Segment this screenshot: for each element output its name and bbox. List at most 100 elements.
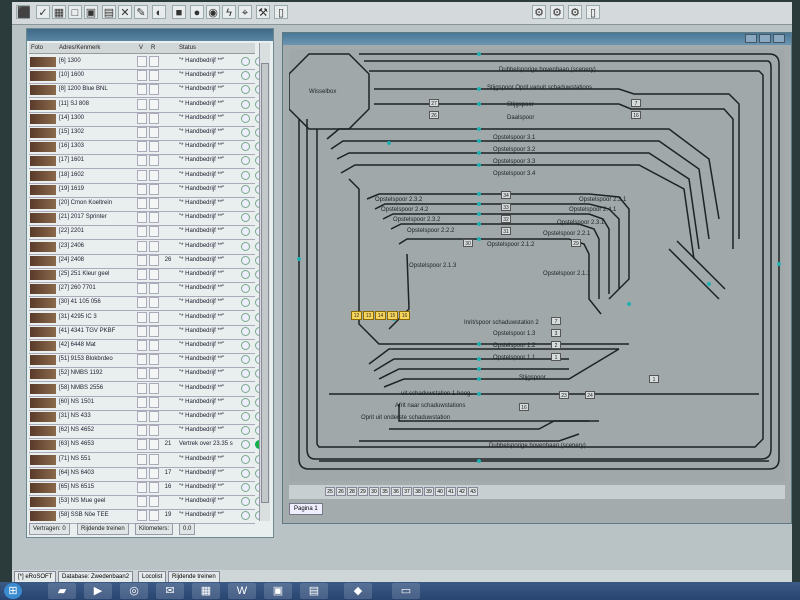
- loco-box-v[interactable]: [137, 325, 147, 337]
- loco-box-v[interactable]: [137, 127, 147, 138]
- loco-icon-3[interactable]: ⚙: [568, 5, 582, 19]
- block-number[interactable]: 24: [585, 391, 595, 399]
- loco-box-v[interactable]: [137, 311, 147, 323]
- scroll-thumb[interactable]: [261, 63, 269, 503]
- loco-indicator-1[interactable]: [241, 142, 250, 152]
- save-icon[interactable]: ▣: [84, 5, 98, 19]
- loco-box-r[interactable]: [149, 325, 159, 337]
- loco-indicator-1[interactable]: [241, 113, 250, 123]
- loco-box-r[interactable]: [149, 98, 159, 110]
- loco-box-v[interactable]: [137, 98, 147, 110]
- loco-indicator-1[interactable]: [241, 454, 250, 464]
- loco-box-v[interactable]: [137, 510, 147, 522]
- traffic-light-icon[interactable]: ⬛: [16, 5, 31, 19]
- loco-box-r[interactable]: [149, 453, 159, 465]
- loco-indicator-1[interactable]: [241, 511, 250, 521]
- loco-box-r[interactable]: [149, 56, 159, 67]
- loco-box-r[interactable]: [149, 396, 159, 408]
- col-photo[interactable]: Foto: [31, 43, 43, 53]
- loco-box-r[interactable]: [149, 240, 159, 252]
- record-icon[interactable]: ●: [190, 5, 204, 19]
- loco-icon[interactable]: ⚙: [532, 5, 546, 19]
- page-number-button[interactable]: 28: [347, 487, 357, 496]
- loco-indicator-1[interactable]: [241, 298, 250, 308]
- block-number[interactable]: 2: [551, 341, 561, 349]
- block-number[interactable]: 27: [429, 99, 439, 107]
- loco-row[interactable]: [11] SJ 808 "* Handbedrijf **": [29, 98, 264, 113]
- loco-box-v[interactable]: [137, 496, 147, 508]
- tab-locolist[interactable]: Locolist: [138, 571, 167, 582]
- mail-icon[interactable]: ✉: [156, 583, 184, 599]
- loco-list-scrollbar[interactable]: [259, 43, 270, 521]
- loco-box-r[interactable]: [149, 340, 159, 351]
- media-icon[interactable]: ▶: [84, 583, 112, 599]
- tab-erosoft[interactable]: [*] eRoSOFT: [14, 571, 57, 582]
- loco-box-v[interactable]: [137, 467, 147, 479]
- page-number-button[interactable]: 35: [380, 487, 390, 496]
- loco-box-r[interactable]: [149, 311, 159, 323]
- loco-row[interactable]: [10] 1600 "* Handbedrijf **": [29, 69, 264, 85]
- block-number[interactable]: 26: [429, 111, 439, 119]
- loco-box-r[interactable]: [149, 411, 159, 422]
- loco-indicator-1[interactable]: [241, 426, 250, 436]
- loco-row[interactable]: [6] 1300 "* Handbedrijf **": [29, 55, 264, 70]
- loco-box-r[interactable]: [149, 368, 159, 380]
- lightning-icon[interactable]: ϟ: [222, 5, 236, 19]
- loco-box-r[interactable]: [149, 212, 159, 224]
- block-number[interactable]: 33: [501, 203, 511, 211]
- tab-running-trains[interactable]: Rijdende treinen: [168, 571, 220, 582]
- loco-indicator-1[interactable]: [241, 128, 250, 137]
- stop-icon[interactable]: ■: [172, 5, 186, 19]
- loco-row[interactable]: [30] 41 105 056 "* Handbedrijf **": [29, 296, 264, 312]
- loco-box-v[interactable]: [137, 198, 147, 209]
- loco-row[interactable]: [22] 2201 "* Handbedrijf **": [29, 225, 264, 241]
- loco-indicator-1[interactable]: [241, 497, 250, 507]
- block-number[interactable]: 29: [571, 239, 581, 247]
- loco-indicator-1[interactable]: [241, 355, 250, 365]
- loco-row[interactable]: [60] NS 1501 "* Handbedrijf **": [29, 396, 264, 411]
- loco-row[interactable]: [71] NS 551 "* Handbedrijf **": [29, 453, 264, 468]
- loco-box-v[interactable]: [137, 240, 147, 252]
- block-number[interactable]: 32: [501, 215, 511, 223]
- start-icon[interactable]: ⊞: [4, 583, 22, 599]
- loco-row[interactable]: [31] NS 433 "* Handbedrijf **": [29, 410, 264, 425]
- occupied-block[interactable]: 16: [399, 311, 410, 320]
- new-icon[interactable]: □: [68, 5, 82, 19]
- loco-row[interactable]: [64] NS 6403 17 "* Handbedrijf **": [29, 467, 264, 482]
- loco-box-r[interactable]: [149, 155, 159, 167]
- loco-row[interactable]: [65] NS 6515 16 "* Handbedrijf **": [29, 481, 264, 496]
- loco-box-v[interactable]: [137, 155, 147, 167]
- loco-indicator-1[interactable]: [241, 326, 250, 336]
- loco-indicator-1[interactable]: [241, 284, 250, 294]
- loco-box-r[interactable]: [149, 439, 159, 451]
- loco-indicator-1[interactable]: [241, 397, 250, 407]
- col-status[interactable]: Status: [179, 43, 196, 53]
- occupied-block[interactable]: 15: [387, 311, 398, 320]
- loco-box-v[interactable]: [137, 226, 147, 238]
- loco-box-v[interactable]: [137, 368, 147, 380]
- loco-box-v[interactable]: [137, 382, 147, 394]
- block-number[interactable]: 7: [551, 317, 561, 325]
- close-icon[interactable]: ✕: [118, 5, 132, 19]
- loco-row[interactable]: [21] 2017 Sprinter "* Handbedrijf **": [29, 211, 264, 227]
- loco-box-v[interactable]: [137, 269, 147, 280]
- block-number[interactable]: 1: [551, 353, 561, 361]
- track-canvas[interactable]: Wisselbox Dubbelsporige bovenbaan (scene…: [289, 49, 785, 481]
- block-number[interactable]: 16: [631, 111, 641, 119]
- loco-row[interactable]: [31] 4295 IC 3 "* Handbedrijf **": [29, 311, 264, 326]
- page-number-button[interactable]: 43: [468, 487, 478, 496]
- block-number[interactable]: 7: [631, 99, 641, 107]
- loco-row[interactable]: [8] 1200 Blue BNL "* Handbedrijf **": [29, 83, 264, 99]
- loco-box-v[interactable]: [137, 254, 147, 266]
- running-trains-button[interactable]: Rijdende treinen: [77, 523, 129, 535]
- loco-box-v[interactable]: [137, 453, 147, 465]
- check-icon[interactable]: ✓: [36, 5, 50, 19]
- block-number[interactable]: 23: [559, 391, 569, 399]
- track-diagram-titlebar[interactable]: [283, 33, 791, 45]
- maximize-button[interactable]: [759, 34, 771, 43]
- loco-box-v[interactable]: [137, 70, 147, 82]
- loco-row[interactable]: [19] 1619 "* Handbedrijf **": [29, 183, 264, 198]
- block-number[interactable]: 1: [649, 375, 659, 383]
- loco-box-v[interactable]: [137, 112, 147, 124]
- loco-list-titlebar[interactable]: [27, 29, 273, 41]
